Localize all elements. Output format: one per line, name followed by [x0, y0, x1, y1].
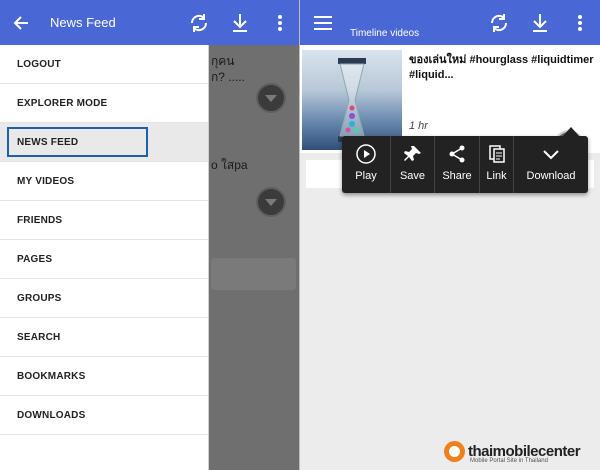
refresh-icon[interactable]: [186, 10, 212, 36]
drawer-item-pages[interactable]: PAGES: [0, 240, 208, 279]
page-title: Timeline videos: [350, 28, 420, 39]
logo-mark-icon: [444, 441, 465, 462]
right-screen: Timeline videos ของเล่นใหม่ #hourglass #…: [300, 0, 600, 470]
drawer-item-label: NEWS FEED: [7, 127, 148, 157]
feed-text-line: ก? .....: [211, 70, 245, 84]
download-icon[interactable]: [527, 10, 553, 36]
feed-text-line: o ใสpa: [211, 158, 248, 172]
drawer-item-label: BOOKMARKS: [17, 370, 86, 382]
video-options-popup: Play Save Share Link Download: [342, 136, 588, 193]
download-icon[interactable]: [227, 10, 253, 36]
right-topbar: Timeline videos: [300, 0, 600, 45]
refresh-icon[interactable]: [486, 10, 512, 36]
drawer-item-label: GROUPS: [17, 292, 62, 304]
drawer-item-label: EXPLORER MODE: [17, 97, 108, 109]
more-vert-icon[interactable]: [570, 10, 590, 36]
nav-drawer: LOGOUT EXPLORER MODE NEWS FEED MY VIDEOS…: [0, 45, 209, 470]
arrow-left-icon[interactable]: [8, 10, 34, 36]
drawer-item-friends[interactable]: FRIENDS: [0, 201, 208, 240]
drawer-item-news-feed[interactable]: NEWS FEED: [0, 123, 208, 162]
popup-play-button[interactable]: Play: [342, 136, 391, 193]
drawer-item-label: LOGOUT: [17, 58, 61, 70]
left-screen: กุคน ก? ..... o ใสpa News Feed LOGOUT EX…: [0, 0, 300, 470]
chevron-down-icon: [543, 150, 559, 160]
page-title: News Feed: [50, 15, 116, 30]
popup-label: Save: [399, 170, 426, 182]
drawer-item-bookmarks[interactable]: BOOKMARKS: [0, 357, 208, 396]
feed-more-button: [256, 83, 286, 113]
feed-card: [211, 258, 296, 290]
popup-label: Link: [486, 170, 507, 182]
popup-download-button[interactable]: Download: [514, 136, 588, 193]
popup-label: Download: [526, 170, 576, 182]
copy-link-icon: [488, 145, 505, 163]
pin-icon: [403, 146, 421, 161]
popup-label: Share: [442, 170, 472, 182]
drawer-item-my-videos[interactable]: MY VIDEOS: [0, 162, 208, 201]
drawer-item-label: DOWNLOADS: [17, 409, 86, 421]
drawer-item-groups[interactable]: GROUPS: [0, 279, 208, 318]
video-time: 1 hr: [409, 120, 428, 132]
popup-link-button[interactable]: Link: [480, 136, 514, 193]
left-topbar: News Feed: [0, 0, 300, 45]
drawer-item-logout[interactable]: LOGOUT: [0, 45, 208, 84]
drawer-item-search[interactable]: SEARCH: [0, 318, 208, 357]
drawer-item-explorer-mode[interactable]: EXPLORER MODE: [0, 84, 208, 123]
video-title[interactable]: ของเล่นใหม่ #hourglass #liquidtimer #liq…: [409, 53, 595, 83]
popup-save-button[interactable]: Save: [391, 136, 435, 193]
play-circle-icon: [356, 144, 376, 164]
hamburger-menu-icon[interactable]: [311, 11, 335, 35]
more-vert-icon[interactable]: [270, 10, 290, 36]
share-icon: [449, 145, 465, 163]
drawer-item-label: MY VIDEOS: [17, 175, 75, 187]
drawer-item-label: SEARCH: [17, 331, 61, 343]
popup-label: Play: [355, 170, 377, 182]
watermark-logo: thaimobilecenter Mobile Portal Site in T…: [444, 441, 581, 464]
feed-more-button: [256, 187, 286, 217]
drawer-item-label: FRIENDS: [17, 214, 63, 226]
popup-share-button[interactable]: Share: [435, 136, 480, 193]
video-thumbnail[interactable]: [302, 50, 402, 150]
hourglass-image: [338, 58, 366, 142]
watermark-tagline: Mobile Portal Site in Thailand: [470, 458, 548, 464]
drawer-item-label: PAGES: [17, 253, 53, 265]
drawer-item-downloads[interactable]: DOWNLOADS: [0, 396, 208, 435]
